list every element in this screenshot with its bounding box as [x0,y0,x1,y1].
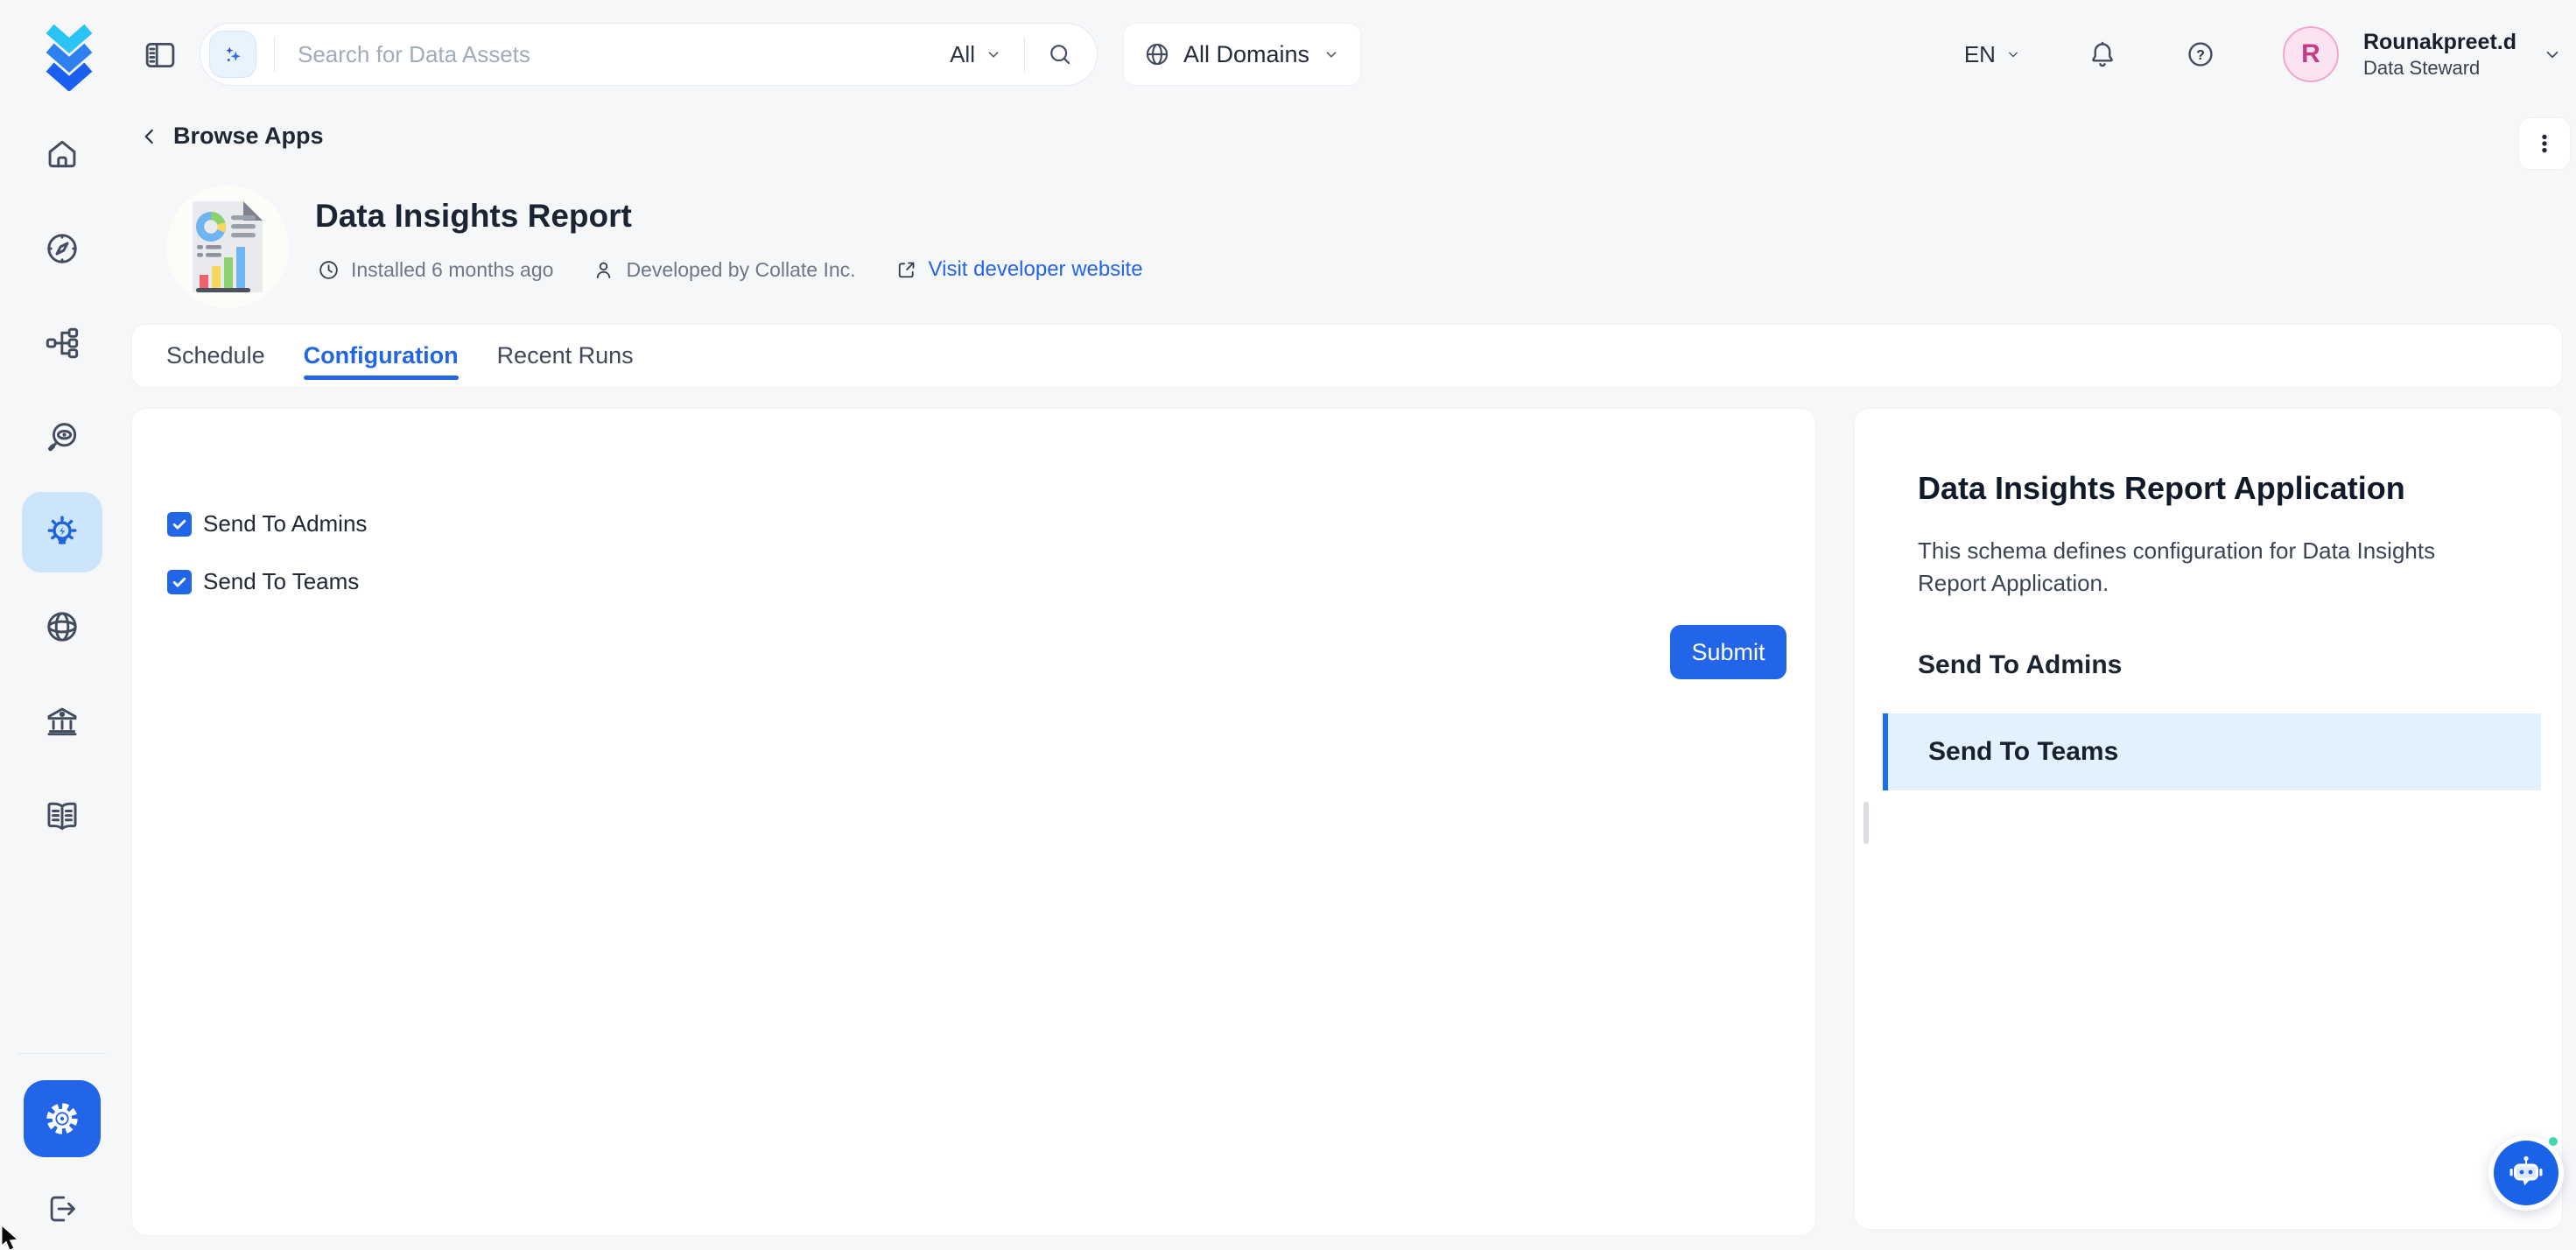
user-initial: R [2301,39,2320,69]
user-avatar[interactable]: R [2283,26,2339,82]
kebab-menu-icon [2532,131,2557,156]
back-browse-apps[interactable]: Browse Apps [138,123,324,150]
send-to-teams-row: Send To Teams [167,568,1815,595]
report-document-icon [186,198,270,296]
search-scope-dropdown[interactable]: All [950,41,1003,68]
notifications-bell-icon[interactable] [2087,39,2118,70]
search-scope-label: All [950,41,975,68]
search-input[interactable] [275,41,950,68]
sidebar-item-governance[interactable] [22,681,102,762]
schema-title: Data Insights Report Application [1918,470,2509,507]
schema-description: This schema defines configuration for Da… [1918,535,2501,600]
chatbot-circle [2494,1141,2558,1205]
domains-filter-label: All Domains [1183,41,1309,68]
data-flow-icon [43,324,81,362]
search-divider [1024,37,1025,72]
configuration-form-card: Send To Admins Send To Teams Submit [131,408,1816,1236]
governance-bank-icon [43,702,81,741]
chevron-down-icon [2004,46,2022,63]
user-name: Rounakpreet.d [2363,29,2516,56]
external-link-icon [895,258,918,282]
tab-configuration[interactable]: Configuration [304,325,459,387]
sidebar-item-explore[interactable] [22,208,102,289]
home-icon [43,135,81,173]
language-label: EN [1964,41,1996,68]
domains-globe-icon [43,607,81,646]
panel-scrollbar-thumb[interactable] [1864,802,1869,844]
installed-text: Installed 6 months ago [351,258,553,282]
send-to-admins-row: Send To Admins [167,510,1815,537]
user-menu-chevron-icon[interactable] [2541,43,2564,66]
schema-documentation-panel: Data Insights Report Application This sc… [1854,408,2563,1230]
left-navigation-sidebar [0,109,124,1246]
checkmark-icon [171,573,188,591]
sidebar-item-home[interactable] [22,114,102,194]
chevron-down-icon [984,45,1003,64]
svg-text:?: ? [2196,48,2205,63]
developer-website-label: Visit developer website [929,257,1143,282]
sidebar-item-data-flow[interactable] [22,303,102,383]
chatbot-status-dot [2549,1137,2558,1146]
send-to-teams-label: Send To Teams [203,568,359,595]
developer-website-link[interactable]: Visit developer website [895,257,1143,282]
collate-logo-icon[interactable] [33,19,105,91]
top-navigation-bar: All All Domains EN [0,0,2576,109]
breadcrumb-label: Browse Apps [173,123,324,150]
robot-icon [2505,1152,2547,1194]
logout-icon [44,1190,81,1227]
schema-field-send-to-admins: Send To Admins [1918,650,2501,680]
sidebar-bottom [0,1053,124,1246]
chatbot-button[interactable] [2488,1135,2564,1211]
ai-sparkles-icon[interactable] [209,31,256,78]
tab-schedule[interactable]: Schedule [166,325,265,387]
chevron-left-icon [138,125,161,148]
explore-compass-icon [43,229,81,268]
sidebar-item-observability[interactable] [22,397,102,478]
glossary-book-icon [43,797,81,835]
schema-field-send-to-teams[interactable]: Send To Teams [1883,713,2541,790]
more-options-button[interactable] [2518,117,2571,170]
language-dropdown[interactable]: EN [1964,41,2022,68]
help-icon[interactable]: ? [2185,39,2216,70]
sidebar-divider [18,1053,107,1054]
settings-button[interactable] [24,1080,101,1157]
checkmark-icon [171,516,188,533]
page-title: Data Insights Report [315,198,632,235]
gear-icon [41,1098,83,1140]
sidebar-item-insights[interactable] [22,492,102,572]
sidebar-item-domains[interactable] [22,586,102,667]
search-icon[interactable] [1046,40,1074,68]
chevron-down-icon [1322,45,1341,64]
send-to-admins-checkbox[interactable] [167,512,192,537]
app-logo [166,186,289,308]
topbar-right-cluster: EN ? R Rounakpreet.d Data Steward [1964,0,2564,109]
user-info: Rounakpreet.d Data Steward [2363,29,2516,81]
tab-recent-runs[interactable]: Recent Runs [497,325,634,387]
developer-info: Developed by Collate Inc. [592,258,855,282]
send-to-teams-checkbox[interactable] [167,570,192,594]
user-role: Data Steward [2363,56,2516,81]
submit-button[interactable]: Submit [1670,625,1786,679]
send-to-admins-label: Send To Admins [203,510,367,537]
person-icon [592,258,615,282]
logout-button[interactable] [44,1190,81,1227]
installed-info: Installed 6 months ago [317,258,553,282]
developer-text: Developed by Collate Inc. [626,258,855,282]
global-search-bar: All [200,23,1098,86]
observability-search-eye-icon [43,418,81,457]
domains-filter-dropdown[interactable]: All Domains [1123,23,1361,86]
app-meta-row: Installed 6 months ago Developed by Coll… [317,257,1143,282]
clock-icon [317,258,340,282]
globe-icon [1143,40,1171,68]
insights-lightbulb-icon [42,512,82,552]
app-tabs: Schedule Configuration Recent Runs [131,324,2563,388]
sidebar-item-glossary[interactable] [22,776,102,856]
sidebar-toggle-icon[interactable] [140,35,180,75]
